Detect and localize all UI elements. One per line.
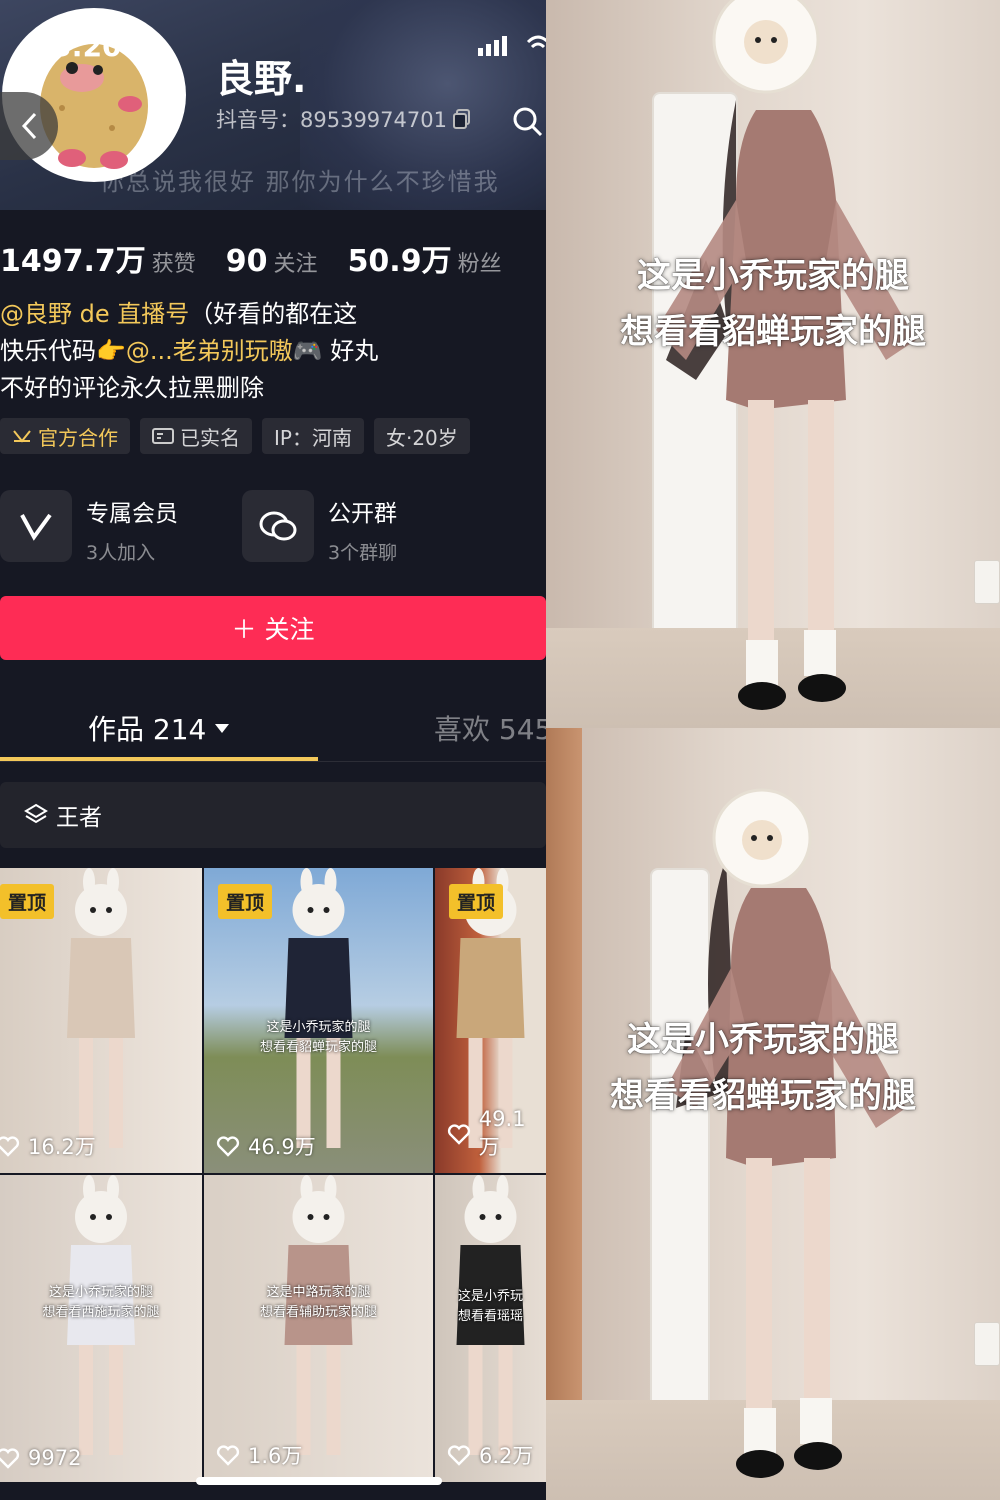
pinned-badge: 置顶 bbox=[449, 884, 504, 919]
video-like-count: 16.2万 bbox=[0, 1131, 96, 1161]
profile-bio: @良野 de 直播号（好看的都在这 快乐代码👉@...老弟别玩嗷🎮 好丸 不好的… bbox=[0, 300, 379, 402]
pinned-badge: 置顶 bbox=[218, 884, 273, 919]
banner-text: 你总说我很好 那你为什么不珍惜我 bbox=[100, 168, 500, 196]
tab-works[interactable]: 作品 214 bbox=[88, 708, 230, 748]
likes-stat[interactable]: 1497.7万 获赞 bbox=[0, 236, 196, 280]
profile-tags: 官方合作 已实名 IP：河南 女·20岁 bbox=[0, 418, 470, 454]
video-preview-top[interactable]: 这是小乔玩家的腿 想看看貂蝉玩家的腿 bbox=[546, 0, 1000, 728]
heart-icon bbox=[447, 1445, 471, 1466]
following-stat[interactable]: 90 关注 bbox=[226, 244, 318, 279]
video-person bbox=[456, 1175, 525, 1455]
tab-likes[interactable]: 喜欢 545 bbox=[434, 708, 546, 748]
heart-icon bbox=[216, 1445, 240, 1466]
wifi-icon bbox=[526, 32, 546, 60]
layers-icon bbox=[24, 803, 48, 824]
follow-button[interactable]: ＋ 关注 bbox=[0, 596, 546, 660]
heart-icon bbox=[0, 1136, 20, 1157]
video-person bbox=[284, 1175, 353, 1455]
search-button[interactable] bbox=[512, 106, 544, 142]
video-thumbnail[interactable]: 这是小乔玩家的腿 想看看西施玩家的腿 9972 bbox=[0, 1175, 202, 1482]
group-chat-icon bbox=[242, 490, 314, 562]
video-preview-bottom[interactable]: 这是小乔玩家的腿 想看看貂蝉玩家的腿 bbox=[546, 728, 1000, 1500]
profile-screen: 你总说我很好 那你为什么不珍惜我 3:20 良野. 抖音号：8953997470… bbox=[0, 0, 546, 1500]
video-overlay-text: 这是小乔玩家的腿 想看看貂蝉玩家的腿 bbox=[620, 256, 926, 352]
video-person bbox=[67, 1175, 135, 1455]
douyin-id-text: 抖音号：89539974701 bbox=[216, 108, 447, 132]
video-thumbnail[interactable]: 置顶 16.2万 bbox=[0, 868, 202, 1173]
signal-icon bbox=[478, 36, 514, 60]
group-chat-service[interactable]: 公开群 3个群聊 bbox=[242, 490, 397, 565]
verified-tag: 已实名 bbox=[140, 418, 252, 454]
video-like-count: 46.9万 bbox=[216, 1131, 316, 1161]
video-thumbnail[interactable]: 置顶 49.1万 bbox=[435, 868, 546, 1173]
heart-icon bbox=[0, 1448, 20, 1469]
handshake-icon bbox=[13, 430, 31, 443]
video-like-count: 1.6万 bbox=[216, 1440, 302, 1470]
member-service[interactable]: 专属会员 3人加入 bbox=[0, 490, 178, 565]
gender-age-tag: 女·20岁 bbox=[373, 418, 470, 454]
bio-handle-link-2[interactable]: @...老弟别玩嗷 bbox=[126, 337, 293, 365]
collection-filter[interactable]: 王者 bbox=[0, 782, 546, 848]
person-figure bbox=[656, 0, 916, 710]
video-caption: 这是小乔玩家的腿 想看看西施玩家的腿 bbox=[42, 1285, 160, 1320]
official-cooperation-tag[interactable]: 官方合作 bbox=[0, 418, 130, 454]
video-like-count: 49.1万 bbox=[447, 1107, 546, 1161]
search-icon bbox=[513, 107, 543, 137]
video-overlay-text-2: 这是小乔玩家的腿 想看看貂蝉玩家的腿 bbox=[610, 1020, 916, 1116]
video-caption: 这是小乔玩家的腿 想看看貂蝉玩家的腿 bbox=[259, 1020, 377, 1055]
pinned-badge: 置顶 bbox=[0, 884, 55, 919]
video-like-count: 6.2万 bbox=[447, 1440, 533, 1470]
profile-stats: 1497.7万 获赞 90 关注 50.9万 粉丝 bbox=[0, 236, 502, 280]
ip-location-tag: IP：河南 bbox=[262, 418, 364, 454]
heart-icon bbox=[216, 1136, 240, 1157]
heart-icon bbox=[447, 1124, 471, 1145]
caret-down-icon bbox=[215, 724, 230, 733]
profile-nickname: 良野. bbox=[216, 57, 307, 101]
followers-stat[interactable]: 50.9万 粉丝 bbox=[348, 236, 502, 280]
chevron-left-icon bbox=[21, 112, 37, 140]
video-thumbnail[interactable]: 这是中路玩家的腿 想看看辅助玩家的腿 1.6万 bbox=[204, 1175, 433, 1482]
douyin-id[interactable]: 抖音号：89539974701 bbox=[216, 104, 471, 134]
video-like-count: 9972 bbox=[0, 1446, 81, 1470]
bio-handle-link[interactable]: @良野 de 直播号 bbox=[0, 300, 189, 328]
divider bbox=[0, 761, 546, 762]
video-caption: 这是小乔玩 想看看瑶瑶 bbox=[457, 1289, 523, 1324]
copy-icon[interactable] bbox=[452, 109, 471, 129]
home-indicator bbox=[196, 1477, 442, 1485]
video-thumbnail[interactable]: 置顶这是小乔玩家的腿 想看看貂蝉玩家的腿 46.9万 bbox=[204, 868, 433, 1173]
status-time: 3:20 bbox=[52, 30, 122, 63]
vip-v-icon bbox=[0, 490, 72, 562]
video-caption: 这是中路玩家的腿 想看看辅助玩家的腿 bbox=[259, 1285, 377, 1320]
id-card-icon bbox=[152, 428, 174, 444]
video-thumbnail[interactable]: 这是小乔玩 想看看瑶瑶 6.2万 bbox=[435, 1175, 546, 1482]
